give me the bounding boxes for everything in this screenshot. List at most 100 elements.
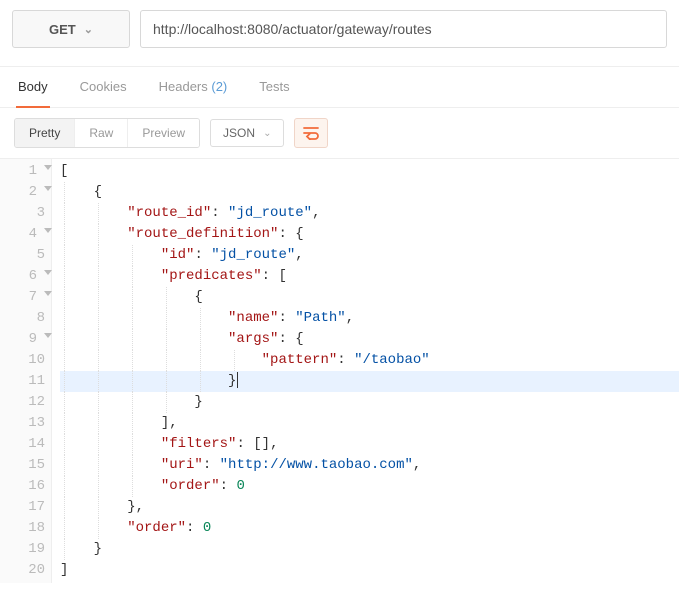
indent-guide <box>200 329 201 350</box>
gutter-line[interactable]: 2 <box>0 182 51 203</box>
indent-guide <box>64 224 65 245</box>
token-pun: : <box>186 520 203 536</box>
indent-guide <box>132 245 133 266</box>
token-key: "route_id" <box>127 205 211 221</box>
gutter-line[interactable]: 6 <box>0 266 51 287</box>
tab-body-label: Body <box>18 79 48 94</box>
indent-guide <box>132 329 133 350</box>
format-select[interactable]: JSON ⌄ <box>210 119 284 147</box>
code-line: { <box>60 182 679 203</box>
gutter-line[interactable]: 9 <box>0 329 51 350</box>
fold-toggle-icon[interactable] <box>44 291 52 296</box>
code-line: "route_id": "jd_route", <box>60 203 679 224</box>
view-mode-pretty[interactable]: Pretty <box>15 119 75 147</box>
indent-guide <box>98 266 99 287</box>
fold-toggle-icon[interactable] <box>44 228 52 233</box>
tab-cookies[interactable]: Cookies <box>78 67 129 107</box>
request-url-input[interactable] <box>140 10 667 48</box>
chevron-down-icon: ⌄ <box>263 128 271 139</box>
format-label: JSON <box>223 126 255 140</box>
token-str: "Path" <box>295 310 345 326</box>
token-pun: { <box>194 289 202 305</box>
indent-guide <box>98 308 99 329</box>
gutter-line: 15 <box>0 455 51 476</box>
gutter-line: 13 <box>0 413 51 434</box>
indent-guide <box>64 329 65 350</box>
gutter-line[interactable]: 4 <box>0 224 51 245</box>
view-mode-preview[interactable]: Preview <box>128 119 199 147</box>
tab-headers[interactable]: Headers (2) <box>157 67 230 107</box>
gutter-line: 16 <box>0 476 51 497</box>
fold-toggle-icon[interactable] <box>44 333 52 338</box>
code-line: ] <box>60 560 679 581</box>
fold-toggle-icon[interactable] <box>44 165 52 170</box>
indent-guide <box>166 371 167 392</box>
indent-guide <box>98 329 99 350</box>
token-pun: : <box>278 310 295 326</box>
indent-guide <box>166 308 167 329</box>
indent-guide <box>98 497 99 518</box>
http-method-select[interactable]: GET ⌄ <box>12 10 130 48</box>
token-pun: : <box>194 247 211 263</box>
indent-guide <box>64 434 65 455</box>
indent-guide <box>98 350 99 371</box>
indent-guide <box>200 371 201 392</box>
gutter-line: 17 <box>0 497 51 518</box>
code-line: ], <box>60 413 679 434</box>
indent-guide <box>132 308 133 329</box>
token-pun: , <box>270 436 278 452</box>
indent-guide <box>234 350 235 371</box>
token-pun: , <box>413 457 421 473</box>
token-pun: : { <box>278 226 303 242</box>
token-key: "uri" <box>161 457 203 473</box>
token-pun: : <box>203 457 220 473</box>
fold-toggle-icon[interactable] <box>44 186 52 191</box>
gutter-line[interactable]: 1 <box>0 161 51 182</box>
indent-guide <box>166 329 167 350</box>
view-mode-raw-label: Raw <box>89 126 113 140</box>
token-pun: } <box>94 541 102 557</box>
token-key: "predicates" <box>161 268 262 284</box>
response-tabs: Body Cookies Headers (2) Tests <box>0 66 679 108</box>
indent-guide <box>132 434 133 455</box>
token-str: "jd_route" <box>211 247 295 263</box>
gutter-line[interactable]: 7 <box>0 287 51 308</box>
token-pun: , <box>312 205 320 221</box>
code-line: }, <box>60 497 679 518</box>
tab-tests-label: Tests <box>259 79 289 94</box>
fold-toggle-icon[interactable] <box>44 270 52 275</box>
token-pun: { <box>94 184 102 200</box>
tab-body[interactable]: Body <box>16 67 50 108</box>
indent-guide <box>64 287 65 308</box>
indent-guide <box>166 392 167 413</box>
chevron-down-icon: ⌄ <box>84 23 93 36</box>
indent-guide <box>64 413 65 434</box>
indent-guide <box>132 266 133 287</box>
indent-guide <box>98 455 99 476</box>
indent-guide <box>132 455 133 476</box>
code-view[interactable]: [ { "route_id": "jd_route", "route_defin… <box>52 159 679 583</box>
code-line: "args": { <box>60 329 679 350</box>
indent-guide <box>200 308 201 329</box>
indent-guide <box>64 497 65 518</box>
tab-tests[interactable]: Tests <box>257 67 291 107</box>
indent-guide <box>132 350 133 371</box>
code-line: "route_definition": { <box>60 224 679 245</box>
token-pun: : <box>211 205 228 221</box>
indent-guide <box>64 308 65 329</box>
gutter-line: 3 <box>0 203 51 224</box>
indent-guide <box>98 476 99 497</box>
view-mode-raw[interactable]: Raw <box>75 119 128 147</box>
code-line: } <box>60 392 679 413</box>
code-line: "order": 0 <box>60 476 679 497</box>
token-pun: : <box>337 352 354 368</box>
indent-guide <box>132 371 133 392</box>
code-line: [ <box>60 161 679 182</box>
gutter-line: 10 <box>0 350 51 371</box>
indent-guide <box>200 350 201 371</box>
gutter-line: 20 <box>0 560 51 581</box>
token-pun: } <box>194 394 202 410</box>
wrap-lines-button[interactable] <box>294 118 328 148</box>
token-key: "args" <box>228 331 278 347</box>
http-method-label: GET <box>49 22 76 37</box>
